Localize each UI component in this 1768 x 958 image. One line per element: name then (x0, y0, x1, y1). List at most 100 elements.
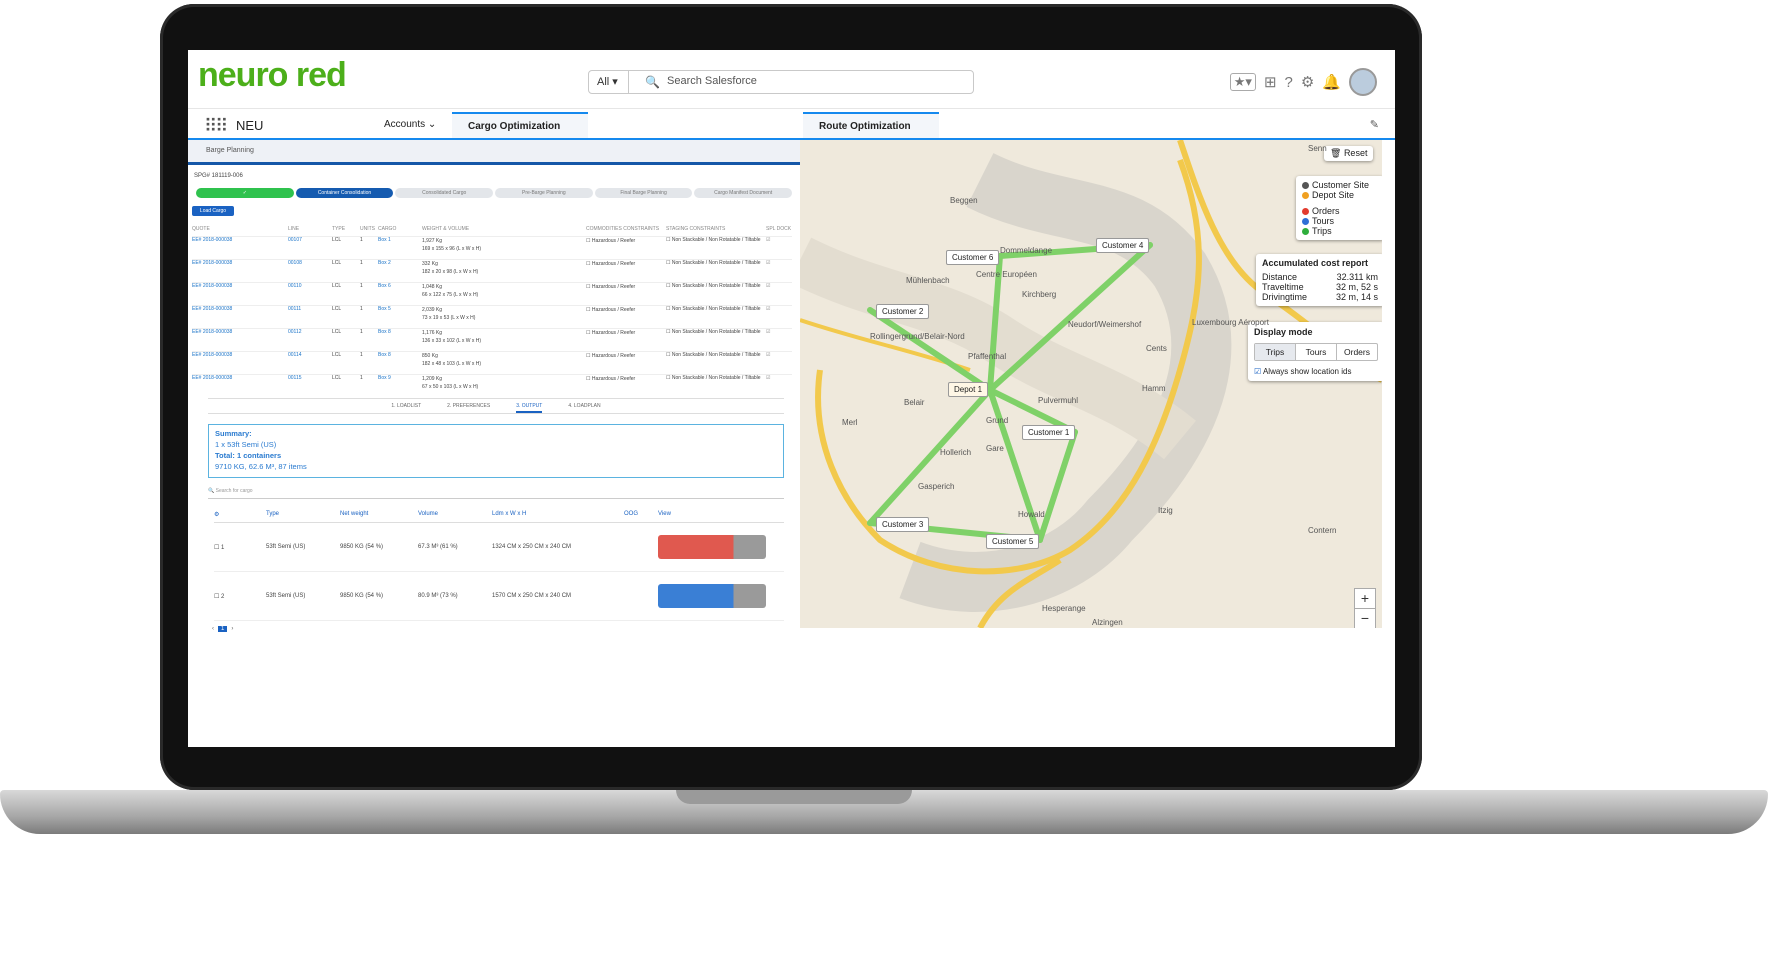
global-search[interactable]: All ▾ 🔍 Search Salesforce (588, 70, 974, 94)
quote-link[interactable]: EE# 2018-000038 (192, 352, 288, 374)
line-link[interactable]: 00108 (288, 260, 332, 282)
zoom-in-button[interactable]: + (1354, 588, 1376, 610)
quote-link[interactable]: EE# 2018-000038 (192, 306, 288, 328)
quote-link[interactable]: EE# 2018-000038 (192, 375, 288, 397)
weight-volume-cell: 1,209 Kg 67 x 50 x 103 (L x W x H) (422, 375, 586, 397)
quote-link[interactable]: EE# 2018-000038 (192, 237, 288, 259)
col-header: LINE (288, 226, 300, 232)
step[interactable]: Cargo Manifest Document (694, 188, 793, 198)
tab-loadlist[interactable]: 1. LOADLIST (391, 399, 421, 413)
mode-trips[interactable]: Trips (1255, 344, 1295, 360)
search-icon: 🔍 (645, 75, 660, 89)
search-placeholder: Search Salesforce (667, 75, 757, 87)
mode-orders[interactable]: Orders (1336, 344, 1377, 360)
cargo-link[interactable]: Box 5 (378, 306, 422, 328)
cargo-table: QUOTE LINE TYPE UNITS CARGO WEIGHT & VOL… (192, 226, 792, 397)
dock-checkbox[interactable]: ☑ (766, 260, 792, 282)
dock-checkbox[interactable]: ☑ (766, 329, 792, 351)
location-ids-checkbox[interactable]: ☑ Always show location ids (1254, 367, 1378, 376)
cargo-link[interactable]: Box 9 (378, 375, 422, 397)
step[interactable]: Pre-Barge Planning (495, 188, 593, 198)
help-icon[interactable]: ? (1285, 74, 1293, 91)
location-marker[interactable]: Customer 3 (876, 517, 930, 532)
line-link[interactable]: 00112 (288, 329, 332, 351)
edit-icon[interactable]: ✎ (1370, 118, 1379, 131)
truck-3d-view[interactable] (658, 584, 766, 608)
mode-tours[interactable]: Tours (1295, 344, 1336, 360)
location-marker[interactable]: Customer 4 (1096, 238, 1150, 253)
dock-checkbox[interactable]: ☑ (766, 306, 792, 328)
legend-item: Orders (1302, 206, 1378, 216)
tab-cargo-optimization[interactable]: Cargo Optimization (452, 112, 588, 138)
row-checkbox[interactable]: ☐ 1 (214, 544, 266, 551)
load-cargo-button[interactable]: Load Cargo (192, 206, 234, 216)
cargo-link[interactable]: Box 8 (378, 352, 422, 374)
dock-checkbox[interactable]: ☑ (766, 283, 792, 305)
row-checkbox[interactable]: ☐ 2 (214, 593, 266, 600)
commodities-cell: ☐ Hazardous / Reefer (586, 307, 636, 313)
app-launcher-icon[interactable]: ⠿⠿ (204, 116, 228, 137)
place-label: Belair (904, 398, 925, 407)
location-marker[interactable]: Depot 1 (948, 382, 989, 397)
step[interactable]: ✓ (196, 188, 294, 198)
line-link[interactable]: 00114 (288, 352, 332, 374)
bell-icon[interactable]: 🔔 (1322, 73, 1341, 91)
quote-link[interactable]: EE# 2018-000038 (192, 329, 288, 351)
location-marker[interactable]: Customer 6 (946, 250, 1000, 265)
staging-cell: ☐ Non Stackable / Non Rotatable / Tiltab… (666, 260, 761, 266)
cargo-link[interactable]: Box 1 (378, 237, 422, 259)
location-marker[interactable]: Customer 2 (876, 304, 930, 319)
weight: 2,039 Kg (422, 307, 443, 313)
tab-loadplan[interactable]: 4. LOADPLAN (568, 399, 600, 413)
route-map[interactable]: 🗑 Reset Customer Site Depot Site Orders … (800, 140, 1382, 628)
quote-link[interactable]: EE# 2018-000038 (192, 283, 288, 305)
reset-button[interactable]: 🗑 Reset (1324, 146, 1374, 161)
add-icon[interactable]: ⊞ (1264, 73, 1277, 91)
tab-preferences[interactable]: 2. PREFERENCES (447, 399, 490, 413)
tab-accounts[interactable]: Accounts ⌄ (368, 112, 456, 138)
step[interactable]: Consolidated Cargo (395, 188, 494, 198)
cargo-link[interactable]: Box 8 (378, 329, 422, 351)
summary-label: Summary: (215, 429, 252, 438)
cargo-link[interactable]: Box 2 (378, 260, 422, 282)
cargo-search-input[interactable]: 🔍 Search for cargo (208, 488, 784, 499)
step[interactable]: Container Consolidation (295, 188, 394, 198)
neuro-red-logo: neuro red (198, 56, 347, 94)
dims-cell: 1570 CM x 250 CM x 240 CM (492, 593, 572, 599)
line-link[interactable]: 00115 (288, 375, 332, 397)
zoom-out-button[interactable]: − (1354, 608, 1376, 628)
weight-volume-cell: 332 Kg 182 x 20 x 98 (L x W x H) (422, 260, 586, 282)
col-header: UNITS (360, 226, 375, 232)
tab-route-optimization[interactable]: Route Optimization (803, 112, 939, 138)
weight: 1,927 Kg (422, 238, 443, 244)
step[interactable]: Final Barge Planning (594, 188, 693, 198)
type-cell: LCL (332, 306, 342, 312)
search-scope-select[interactable]: All ▾ (589, 71, 629, 93)
weight-volume-cell: 850 Kg 182 x 48 x 103 (L x W x H) (422, 352, 586, 374)
dock-checkbox[interactable]: ☑ (766, 237, 792, 259)
prev-page-button[interactable]: ‹ (212, 626, 214, 632)
truck-3d-view[interactable] (658, 535, 766, 559)
legend-item: Depot Site (1302, 190, 1378, 200)
view-cell[interactable] (658, 535, 768, 559)
settings-icon[interactable]: ⚙ (214, 511, 266, 518)
place-label: Senn (1308, 144, 1327, 153)
cargo-link[interactable]: Box 6 (378, 283, 422, 305)
tab-output[interactable]: 3. OUTPUT (516, 399, 543, 413)
line-link[interactable]: 00110 (288, 283, 332, 305)
line-link[interactable]: 00111 (288, 306, 332, 328)
place-label: Rollingergrund/Belair-Nord (870, 332, 965, 341)
next-page-button[interactable]: › (231, 626, 233, 632)
line-link[interactable]: 00107 (288, 237, 332, 259)
weight: 1,048 Kg (422, 284, 443, 290)
current-page[interactable]: 1 (218, 626, 228, 632)
dock-checkbox[interactable]: ☑ (766, 375, 792, 397)
location-marker[interactable]: Customer 1 (1022, 425, 1076, 440)
dock-checkbox[interactable]: ☑ (766, 352, 792, 374)
location-marker[interactable]: Customer 5 (986, 534, 1040, 549)
view-cell[interactable] (658, 584, 768, 608)
gear-icon[interactable]: ⚙ (1301, 73, 1314, 91)
avatar[interactable] (1349, 68, 1377, 96)
quote-link[interactable]: EE# 2018-000038 (192, 260, 288, 282)
favorites-icon[interactable]: ★▾ (1229, 73, 1256, 91)
